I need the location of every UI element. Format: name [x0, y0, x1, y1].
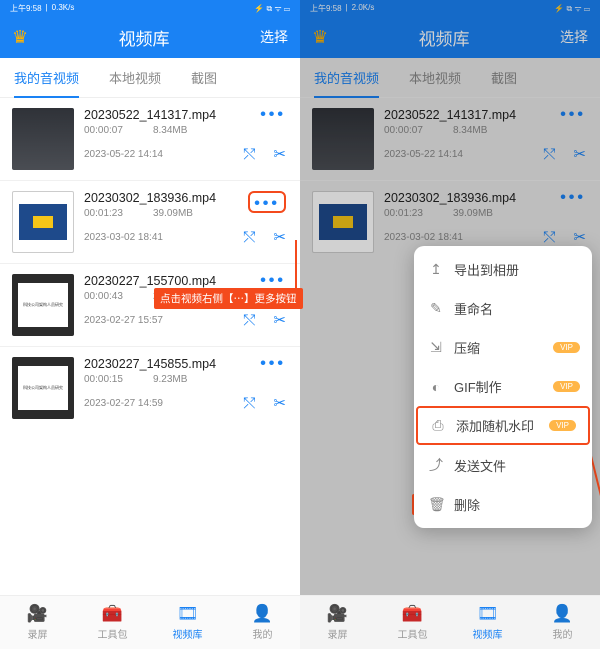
page-title: 视频库 [119, 25, 170, 50]
nav-library[interactable]: 🎞视频库 [150, 596, 225, 649]
bottom-nav: 🎥录屏 🧰工具包 🎞视频库 👤我的 [0, 595, 300, 649]
select-button[interactable]: 选择 [260, 27, 288, 47]
vip-badge: VIP [549, 420, 576, 431]
nav-record[interactable]: 🎥录屏 [0, 596, 75, 649]
cut-icon[interactable]: ✂ [273, 145, 286, 163]
video-list: 20230522_141317.mp4 00:00:078.34MB 2023-… [0, 98, 300, 595]
share-icon[interactable]: ⤲ [243, 146, 255, 163]
bottom-nav: 🎥录屏 🧰工具包 🎞视频库 👤我的 [300, 595, 600, 649]
title-bar: ♛ 视频库 选择 [0, 16, 300, 58]
share-icon[interactable]: ⤲ [243, 312, 255, 329]
tab-local[interactable]: 本地视频 [109, 68, 161, 87]
menu-watermark-highlighted[interactable]: ⎙添加随机水印VIP [416, 406, 590, 445]
cut-icon[interactable]: ✂ [273, 228, 286, 246]
thumbnail [12, 191, 74, 253]
menu-send[interactable]: ⤴发送文件 [414, 445, 592, 485]
list-item[interactable]: 20230302_183936.mp4 00:01:2339.09MB 2023… [0, 180, 300, 263]
file-name: 20230522_141317.mp4 [84, 108, 288, 122]
thumbnail: 科技公司架构人员研究 [12, 357, 74, 419]
list-item[interactable]: 20230522_141317.mp4 00:00:078.34MB 2023-… [0, 98, 300, 180]
menu-delete[interactable]: 🗑删除 [414, 485, 592, 524]
thumbnail [12, 108, 74, 170]
nav-me[interactable]: 👤我的 [225, 596, 300, 649]
nav-record[interactable]: 🎥录屏 [300, 596, 375, 649]
annotation-callout: 点击视频右侧【⋯】更多按钮 [154, 288, 303, 309]
cut-icon[interactable]: ✂ [273, 394, 286, 412]
tabs: 我的音视频 本地视频 截图 [0, 58, 300, 98]
list-item[interactable]: 科技公司架构人员研究 20230227_145855.mp4 00:00:159… [0, 346, 300, 429]
more-icon[interactable]: ••• [260, 274, 286, 288]
tab-my-media[interactable]: 我的音视频 [14, 68, 79, 87]
nav-tools[interactable]: 🧰工具包 [375, 596, 450, 649]
file-name: 20230227_155700.mp4 [84, 274, 288, 288]
more-icon[interactable]: ••• [260, 108, 286, 122]
thumbnail: 科技公司架构人员研究 [12, 274, 74, 336]
vip-badge: VIP [553, 342, 580, 353]
vip-badge: VIP [553, 381, 580, 392]
menu-compress[interactable]: ⇲压缩VIP [414, 328, 592, 367]
status-bar: 上午9:58 | 0.3K/s ⚡ ⧉ ᯤ ▭ [0, 0, 300, 16]
menu-gif[interactable]: ◐GIF制作VIP [414, 367, 592, 406]
more-icon[interactable]: ••• [260, 357, 286, 371]
menu-export[interactable]: ↥导出到相册 [414, 250, 592, 289]
share-icon[interactable]: ⤲ [243, 229, 255, 246]
nav-library[interactable]: 🎞视频库 [450, 596, 525, 649]
share-icon[interactable]: ⤲ [243, 395, 255, 412]
file-name: 20230227_145855.mp4 [84, 357, 288, 371]
nav-me[interactable]: 👤我的 [525, 596, 600, 649]
cut-icon[interactable]: ✂ [273, 311, 286, 329]
menu-rename[interactable]: ✎重命名 [414, 289, 592, 328]
nav-tools[interactable]: 🧰工具包 [75, 596, 150, 649]
context-menu: ↥导出到相册 ✎重命名 ⇲压缩VIP ◐GIF制作VIP ⎙添加随机水印VIP … [414, 246, 592, 528]
tab-screenshot[interactable]: 截图 [191, 68, 217, 87]
crown-icon[interactable]: ♛ [12, 27, 28, 48]
more-icon-highlighted[interactable]: ••• [248, 191, 286, 213]
